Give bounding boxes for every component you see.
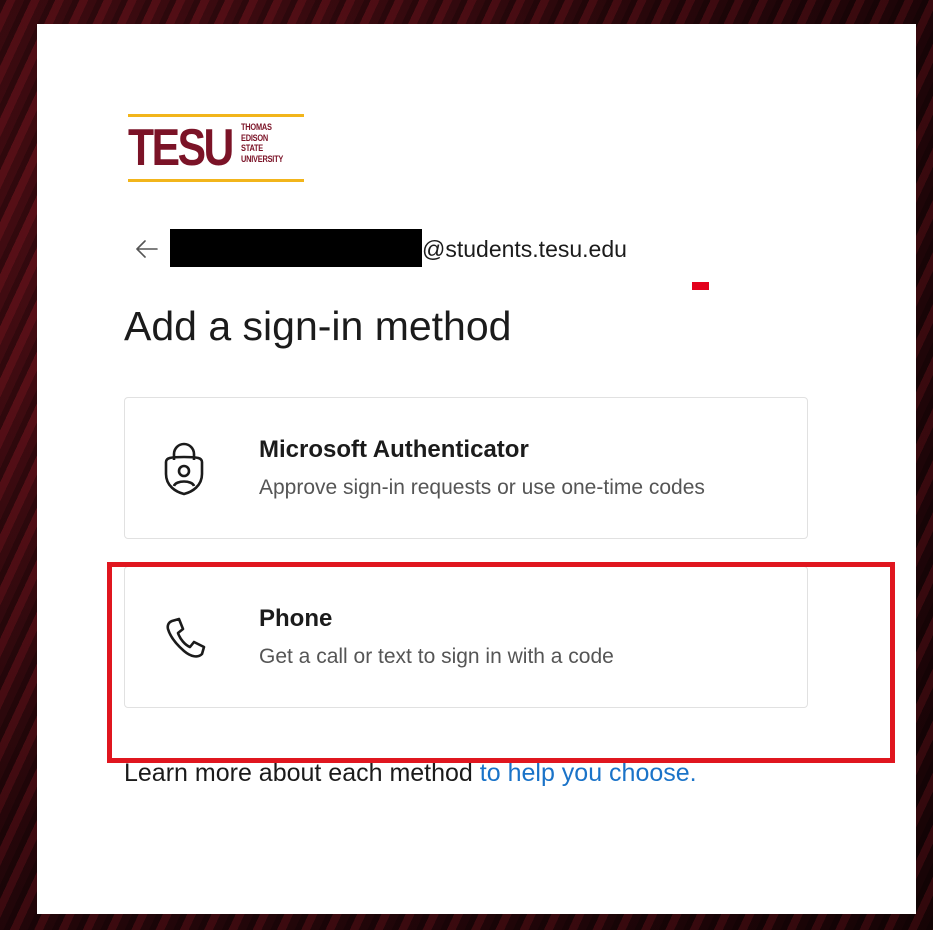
logo-wordmark: TESU: [128, 119, 234, 177]
option-description: Approve sign-in requests or use one-time…: [259, 476, 705, 499]
logo-subtext: THOMAS EDISON STATE UNIVERSITY: [241, 122, 284, 165]
option-microsoft-authenticator[interactable]: Microsoft Authenticator Approve sign-in …: [124, 397, 808, 539]
learn-more-link[interactable]: to help you choose.: [480, 759, 697, 787]
logo-top-bar: [128, 114, 304, 117]
annotation-mark: [692, 282, 709, 290]
learn-more-text: Learn more about each method to help you…: [124, 757, 697, 789]
redacted-username: [170, 229, 422, 267]
authenticator-lock-icon: [158, 440, 210, 496]
logo-line-3: STATE: [241, 143, 264, 154]
tesu-logo: TESU THOMAS EDISON STATE UNIVERSITY: [128, 114, 308, 186]
page-title: Add a sign-in method: [124, 303, 512, 349]
logo-line-4: UNIVERSITY: [241, 153, 284, 165]
account-email: @students.tesu.edu: [422, 236, 627, 262]
logo-bottom-bar: [128, 179, 304, 182]
sign-in-card: TESU THOMAS EDISON STATE UNIVERSITY @stu…: [37, 24, 916, 914]
learn-more-label: Learn more about each method: [124, 759, 480, 787]
option-name: Microsoft Authenticator: [259, 436, 529, 463]
logo-line-1: THOMAS: [241, 122, 272, 133]
highlight-box: [107, 562, 895, 763]
arrow-left-icon[interactable]: [133, 235, 161, 263]
